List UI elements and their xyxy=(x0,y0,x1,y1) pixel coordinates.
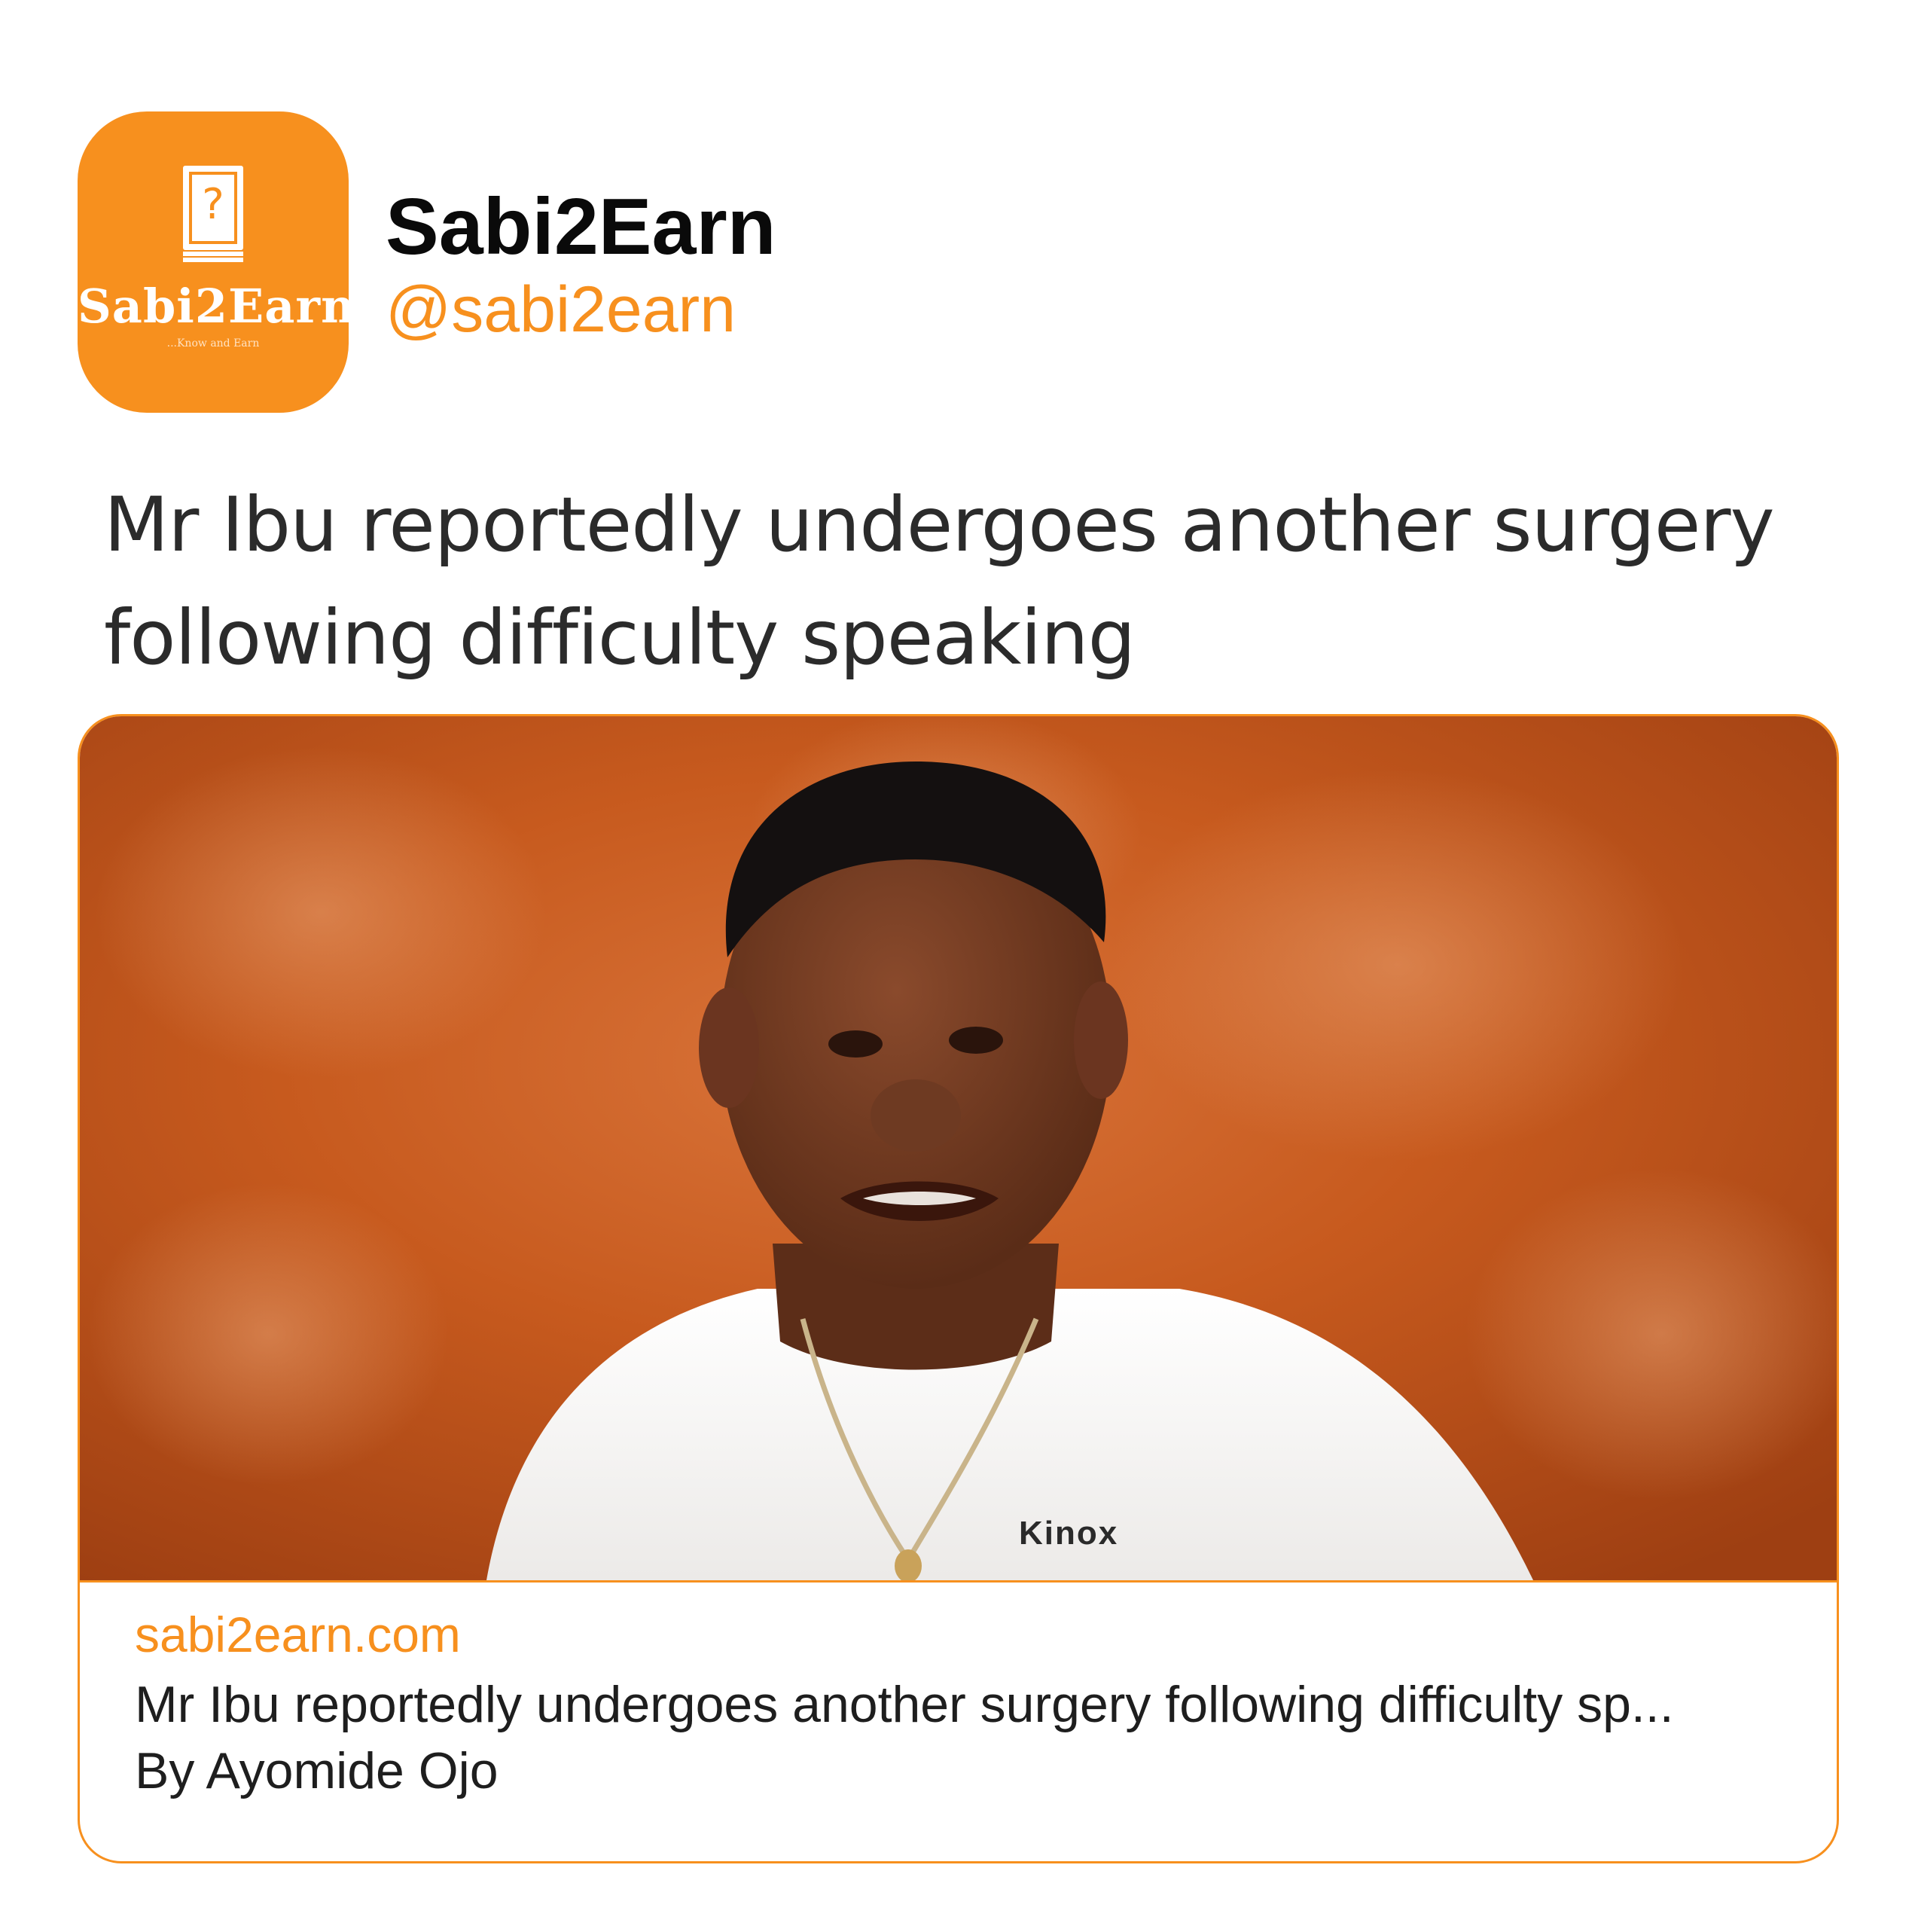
card-author: By Ayomide Ojo xyxy=(135,1742,499,1799)
avatar-logo-tagline: ...Know and Earn xyxy=(166,337,260,349)
card-title[interactable]: Mr Ibu reportedly undergoes another surg… xyxy=(135,1679,1674,1730)
user-handle[interactable]: @sabi2earn xyxy=(386,277,736,342)
avatar-logo-text: Sabi2Earn xyxy=(78,279,349,334)
card-domain: sabi2earn.com xyxy=(135,1607,461,1662)
profile-avatar[interactable]: ? Sabi2Earn ...Know and Earn xyxy=(78,111,349,413)
link-preview-card[interactable]: Kinox sabi2earn.com Mr Ibu reportedly un… xyxy=(78,714,1839,1863)
svg-text:?: ? xyxy=(202,180,224,229)
shirt-brand-text: Kinox xyxy=(1019,1515,1119,1552)
question-book-icon: ? xyxy=(183,166,243,262)
display-name[interactable]: Sabi2Earn xyxy=(386,187,776,267)
post-text: Mr Ibu reportedly undergoes another surg… xyxy=(104,481,1775,682)
article-photo-graphic xyxy=(80,716,1837,1580)
article-photo[interactable]: Kinox xyxy=(80,716,1837,1583)
